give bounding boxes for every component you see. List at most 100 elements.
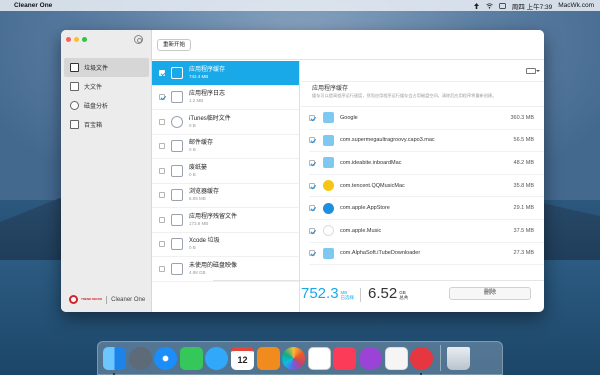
detail-row[interactable]: com.AlphaSoft.iTubeDownloader 27.3 MB (309, 243, 544, 266)
menu-bar: Cleaner One 周四 上午7:39 MacWk.com (0, 0, 600, 11)
category-xcode-junk[interactable]: Xcode 垃圾 0 B (152, 233, 299, 257)
category-size: 173.8 MB (189, 220, 209, 226)
category-checkbox[interactable] (159, 69, 165, 76)
folder-icon (323, 134, 334, 146)
detail-row[interactable]: com.ideabite.inboardMac 48.2 MB (309, 152, 544, 175)
trash-icon[interactable] (447, 346, 471, 370)
detail-row[interactable]: Google 360.3 MB (309, 107, 544, 130)
detail-row[interactable]: com.apple.Music 37.5 MB (309, 220, 544, 243)
sidebar-nav: 垃圾文件 大文件 磁盘分析 百宝箱 (64, 58, 149, 134)
category-browser-cache[interactable]: 浏览器缓存 6.05 MB (152, 184, 299, 208)
category-checkbox[interactable] (159, 167, 165, 174)
folder-icon (323, 157, 334, 169)
dock-separator (439, 345, 441, 371)
running-indicator (420, 372, 423, 375)
category-checkbox[interactable] (159, 241, 165, 248)
messages-icon[interactable] (205, 346, 229, 370)
input-source-icon[interactable] (498, 2, 506, 9)
minimize-button[interactable] (74, 37, 79, 42)
upload-status-icon[interactable] (473, 2, 480, 9)
row-checkbox[interactable] (309, 182, 315, 189)
category-size: 742.4 MB (189, 73, 209, 79)
category-app-leftovers[interactable]: 应用程序残留文件 173.8 MB (152, 208, 299, 233)
category-checkbox[interactable] (159, 265, 165, 272)
app-leftover-icon (171, 213, 183, 226)
category-app-logs[interactable]: 应用程序日志 1.2 MB (152, 86, 299, 110)
books-icon[interactable] (256, 346, 280, 370)
row-checkbox[interactable] (309, 114, 315, 121)
delete-button[interactable]: 删除 (449, 287, 531, 300)
row-checkbox[interactable] (309, 227, 315, 234)
sidebar-item-junk-files[interactable]: 垃圾文件 (64, 58, 149, 77)
folder-icon (323, 247, 334, 259)
close-button[interactable] (66, 37, 71, 42)
category-name: 应用程序残留文件 (189, 213, 238, 220)
row-checkbox[interactable] (309, 137, 315, 144)
category-checkbox[interactable] (159, 216, 165, 223)
category-checkbox[interactable] (159, 192, 165, 199)
category-trash[interactable]: 废纸篓 0 B (152, 159, 299, 184)
sidebar-item-large-files[interactable]: 大文件 (64, 77, 149, 96)
kuaikan-icon[interactable] (384, 346, 408, 370)
photos-icon[interactable] (282, 346, 306, 370)
category-mail-cache[interactable]: 邮件缓存 0 B (152, 135, 299, 159)
total-stat: 6.52 GB 总共 (368, 286, 408, 302)
wifi-icon[interactable] (486, 2, 493, 9)
category-itunes-temp[interactable]: iTunes临时文件 0 B (152, 110, 299, 135)
detail-row[interactable]: com.apple.AppStore 29.1 MB (309, 197, 544, 220)
row-checkbox[interactable] (309, 159, 315, 166)
brand-logo-text: TREND MICRO (81, 296, 103, 301)
brand-footer: TREND MICRO Cleaner One (69, 295, 145, 304)
category-checkbox[interactable] (159, 118, 165, 125)
rescan-button[interactable]: 重新开始 (157, 39, 192, 51)
itunes-icon (171, 115, 183, 128)
finder-icon[interactable] (103, 346, 126, 375)
category-size: 0 B (189, 122, 196, 128)
reminders-icon[interactable] (307, 346, 331, 370)
category-app-cache[interactable]: 应用程序缓存 742.4 MB (152, 61, 299, 86)
detail-row[interactable]: com.supermegaultragroovy.capo3.mac 56.5 … (309, 130, 544, 153)
music-icon (323, 225, 334, 237)
browser-icon (171, 189, 183, 202)
podcasts-icon[interactable] (358, 346, 382, 370)
log-icon (171, 91, 183, 104)
calendar-icon[interactable]: 12 (230, 346, 254, 370)
trash-can-icon (171, 164, 183, 177)
view-options-icon[interactable] (526, 68, 540, 74)
detail-header: 应用程序缓存 缓存可以提高程序运行速度，然而应用程序运行缓存会占用磁盘空间，清除… (301, 82, 544, 107)
disk-image-icon (171, 262, 183, 275)
status-area: 周四 上午7:39 MacWk.com (473, 1, 594, 11)
total-label: 总共 (399, 295, 409, 300)
fingerprint-icon[interactable] (134, 35, 143, 44)
category-name: Xcode 垃圾 (189, 238, 220, 245)
mail-icon (171, 140, 183, 153)
detail-description: 缓存可以提高程序运行速度，然而应用程序运行缓存会占用磁盘空间，清除后应用程序将重… (312, 93, 497, 98)
row-checkbox[interactable] (309, 205, 315, 212)
app-menu-name[interactable]: Cleaner One (14, 2, 52, 9)
stat-divider (360, 288, 361, 302)
category-unused-disk-images[interactable]: 未使用的磁盘映像 4.98 GB (152, 257, 299, 282)
zoom-button[interactable] (82, 37, 87, 42)
cleaner-one-icon[interactable] (410, 346, 434, 375)
row-size: 48.2 MB (513, 159, 534, 166)
row-name: com.ideabite.inboardMac (340, 159, 402, 166)
sidebar-item-toolbox[interactable]: 百宝箱 (64, 115, 149, 134)
category-list: 应用程序缓存 742.4 MB 应用程序日志 1.2 MB iTunes临时文件 0 … (152, 61, 300, 312)
safari-icon[interactable] (154, 346, 178, 370)
calendar-day: 12 (237, 355, 248, 365)
detail-title: 应用程序缓存 (312, 86, 349, 92)
menubar-datetime[interactable]: 周四 上午7:39 (512, 1, 552, 11)
sidebar-item-disk-analysis[interactable]: 磁盘分析 (64, 96, 149, 115)
facetime-icon[interactable] (179, 346, 203, 370)
row-size: 35.8 MB (513, 182, 534, 189)
launchpad-icon[interactable] (128, 346, 152, 370)
category-size: 4.98 GB (189, 269, 206, 275)
detail-row[interactable]: com.tencent.QQMusicMac 35.8 MB (309, 175, 544, 198)
row-checkbox[interactable] (309, 250, 315, 257)
category-checkbox[interactable] (159, 143, 165, 150)
category-checkbox[interactable] (159, 94, 165, 101)
running-indicator (113, 372, 115, 375)
sidebar-item-label: 大文件 (84, 85, 103, 91)
row-size: 37.5 MB (513, 227, 534, 234)
music-icon[interactable] (333, 346, 357, 370)
